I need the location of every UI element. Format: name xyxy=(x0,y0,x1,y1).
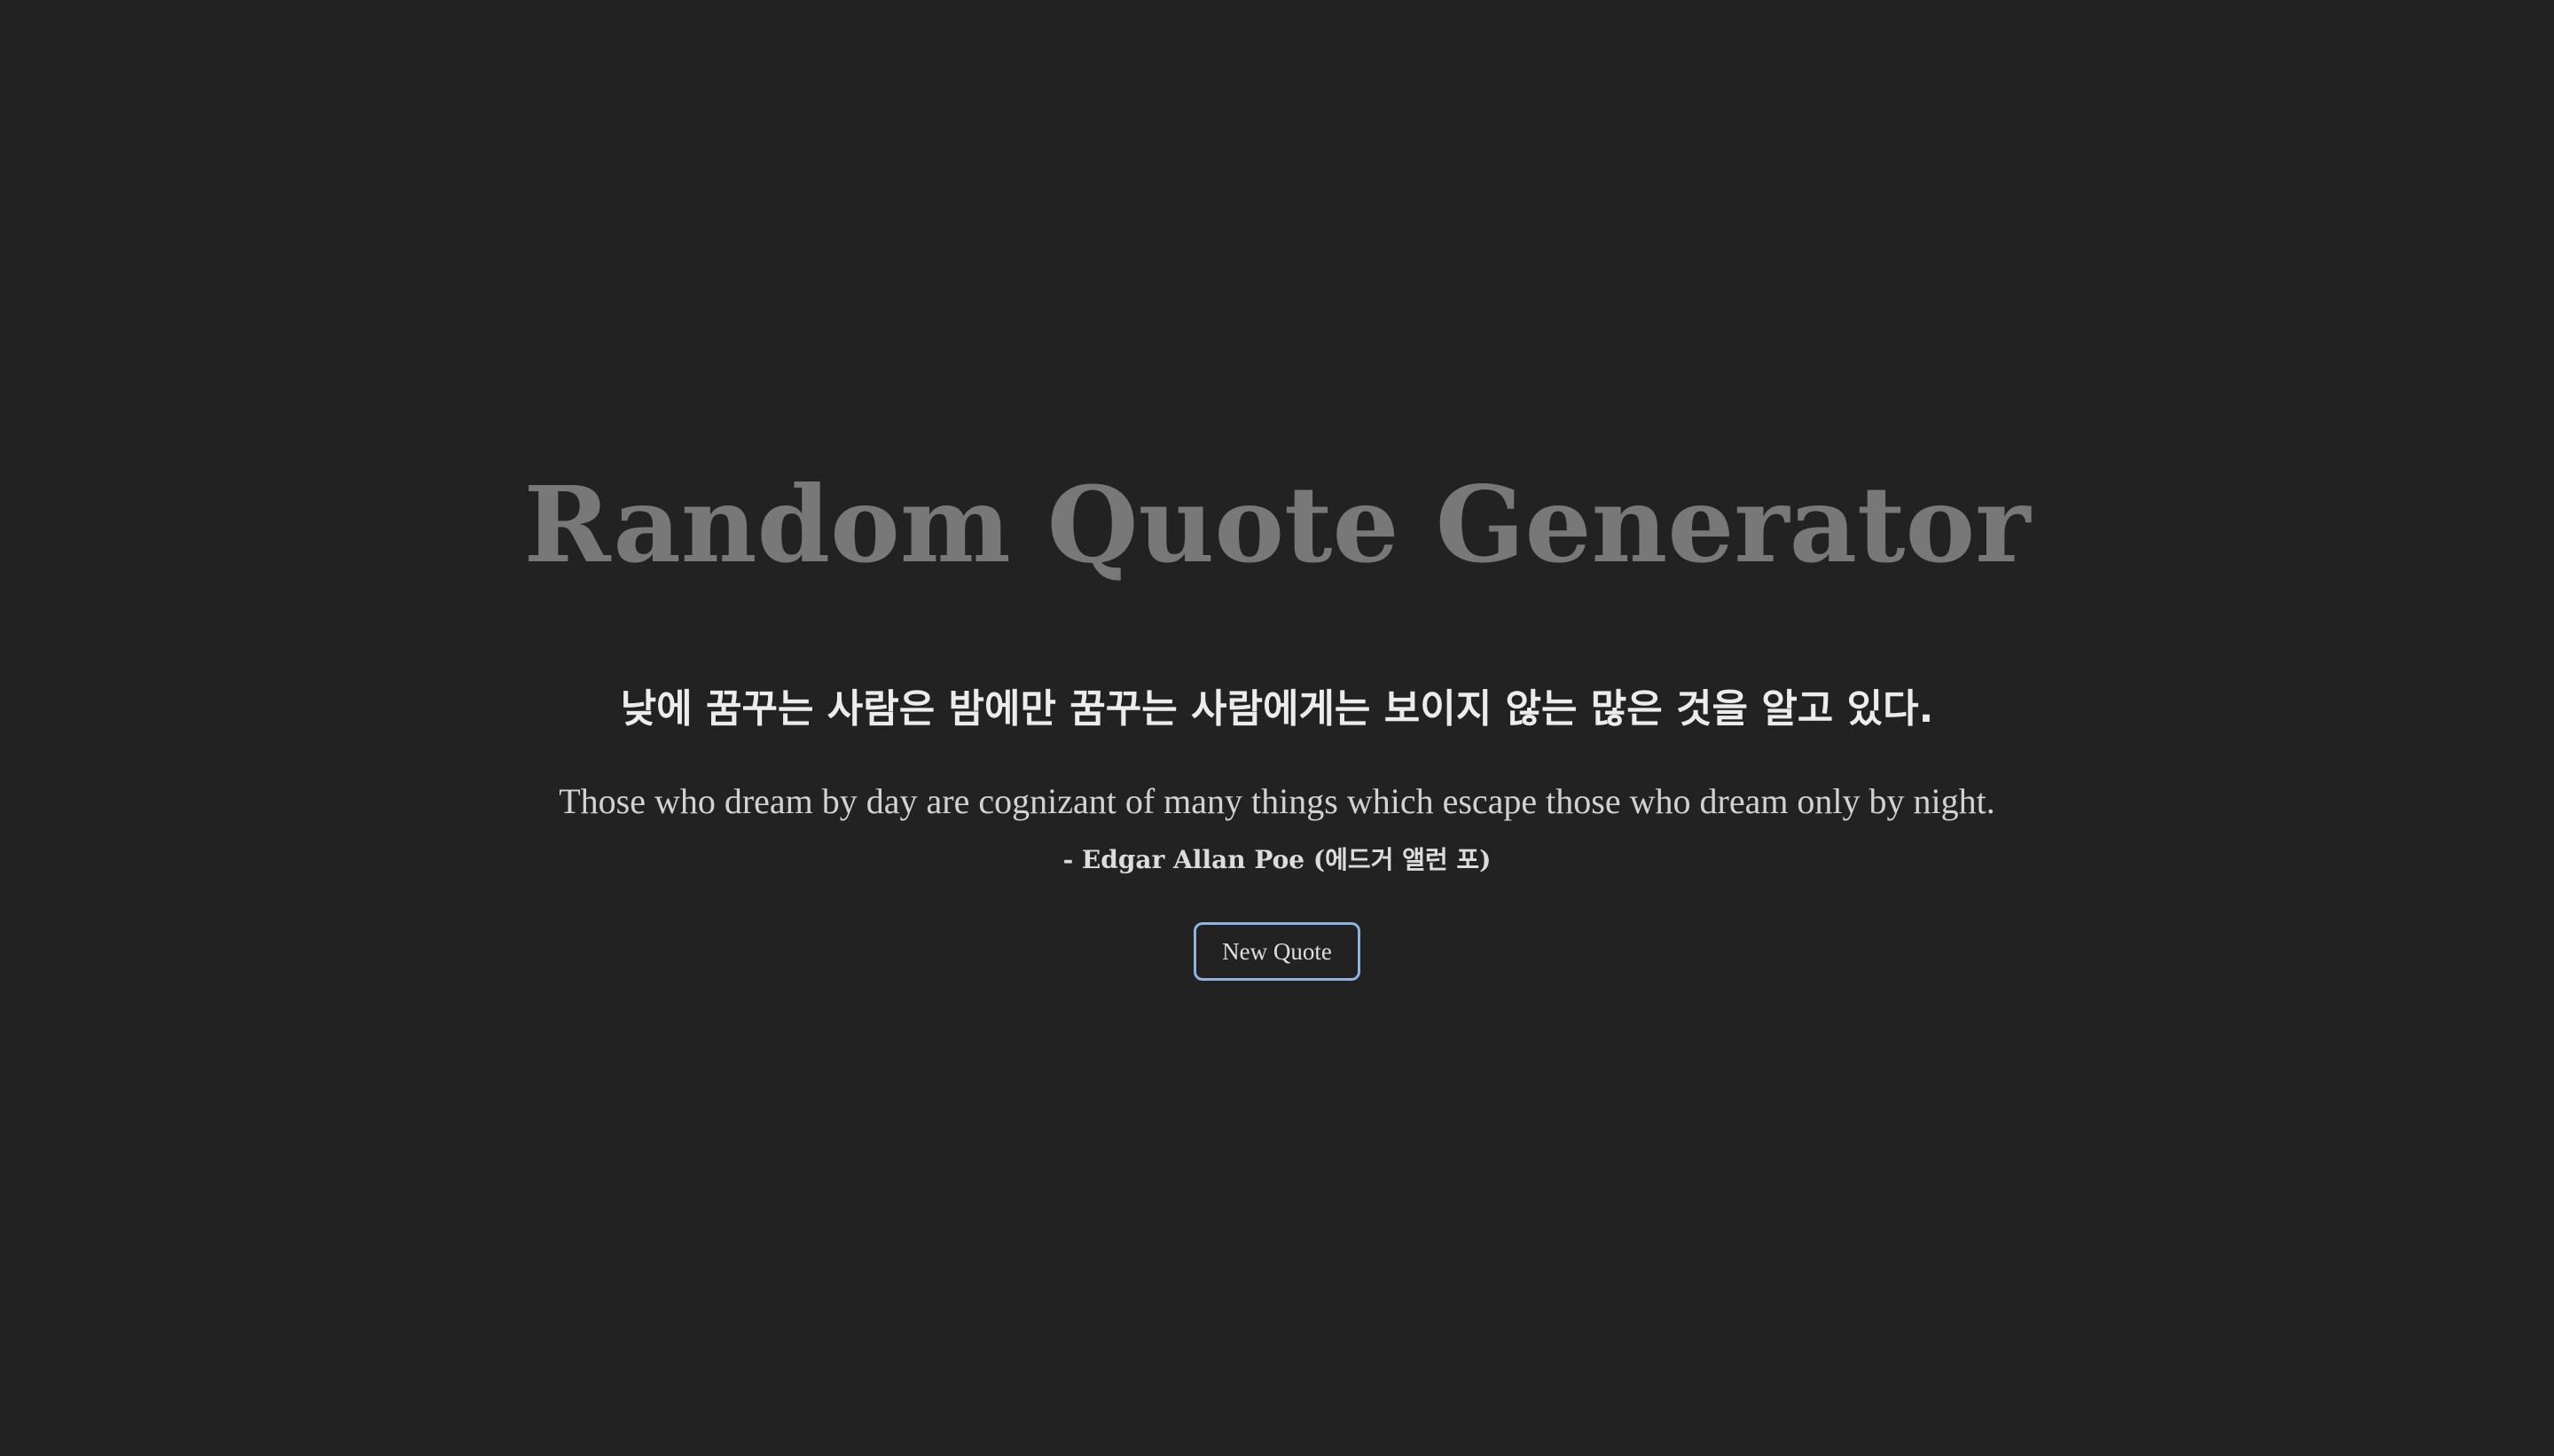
quote-text-korean: 낮에 꿈꾸는 사람은 밤에만 꿈꾸는 사람에게는 보이지 않는 많은 것을 알고… xyxy=(620,686,1934,732)
quote-text-english: Those who dream by day are cognizant of … xyxy=(559,781,1995,821)
quote-page: Random Quote Generator 낮에 꿈꾸는 사람은 밤에만 꿈꾸… xyxy=(0,0,2554,1456)
quote-author: - Edgar Allan Poe (에드거 앨런 포) xyxy=(1062,845,1492,874)
new-quote-button[interactable]: New Quote xyxy=(1194,922,1360,981)
page-title: Random Quote Generator xyxy=(523,463,2031,586)
